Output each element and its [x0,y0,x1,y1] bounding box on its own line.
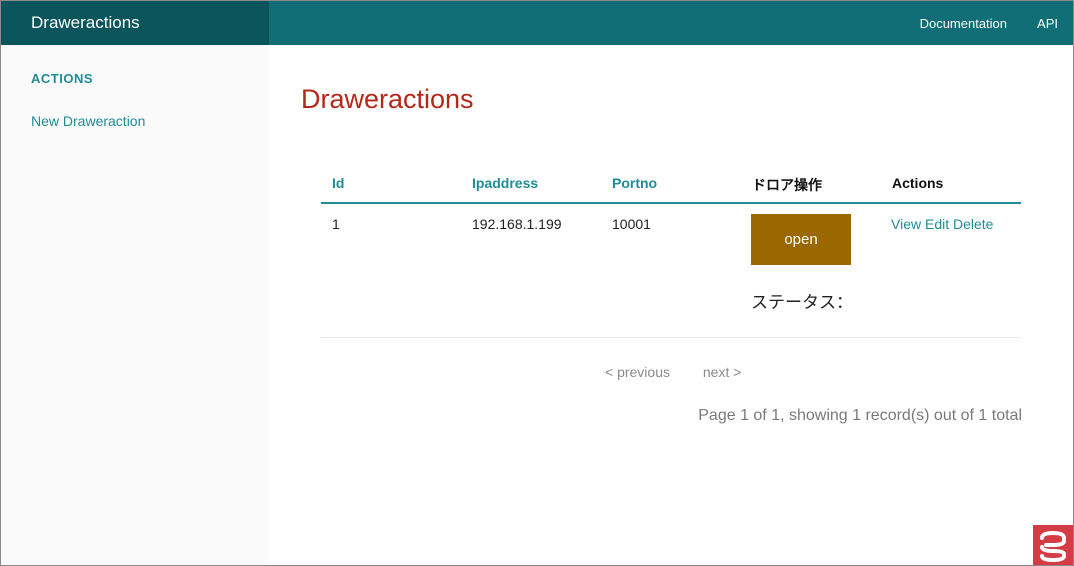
sidebar-heading: ACTIONS [31,71,93,86]
column-header-actions: Actions [892,175,944,191]
top-bar: Draweractions Documentation API [1,1,1073,45]
delete-link[interactable]: Delete [953,216,993,232]
view-link[interactable]: View [891,216,921,232]
nav-documentation-link[interactable]: Documentation [920,16,1007,31]
sidebar-item-new-draweraction[interactable]: New Draweraction [31,113,145,129]
column-header-id[interactable]: Id [332,175,344,191]
page-title: Draweractions [301,84,474,114]
pagination: < previous next > [605,364,741,380]
paging-summary: Page 1 of 1, showing 1 record(s) out of … [698,407,1022,424]
column-header-ipaddress[interactable]: Ipaddress [472,175,538,191]
draweractions-table: Id Ipaddress Portno ドロア操作 Actions 1 192.… [321,167,1021,338]
next-page-link[interactable]: next > [703,364,742,380]
row-actions: View Edit Delete [891,216,993,232]
column-header-portno[interactable]: Portno [612,175,657,191]
cell-ipaddress: 192.168.1.199 [472,216,562,232]
nav-api-link[interactable]: API [1037,16,1058,31]
app-title[interactable]: Draweractions [1,1,269,45]
edit-link[interactable]: Edit [925,216,949,232]
sidebar: ACTIONS New Draweraction [1,45,269,565]
cakephp-logo-icon[interactable] [1033,525,1073,565]
cell-id: 1 [332,216,340,232]
cell-portno: 10001 [612,216,651,232]
previous-page-link[interactable]: < previous [605,364,670,380]
status-label: ステータス： [751,293,853,313]
table-header: Id Ipaddress Portno ドロア操作 Actions [321,167,1021,204]
table-row: 1 192.168.1.199 10001 open ステータス： View E… [321,204,1021,338]
column-header-drawer-operation: ドロア操作 [752,178,822,194]
open-drawer-button[interactable]: open [751,214,851,265]
app-window: Draweractions Documentation API ACTIONS … [0,0,1074,566]
cakephp-logo-icon-shape [1040,530,1066,563]
top-nav: Documentation API [890,1,1058,45]
